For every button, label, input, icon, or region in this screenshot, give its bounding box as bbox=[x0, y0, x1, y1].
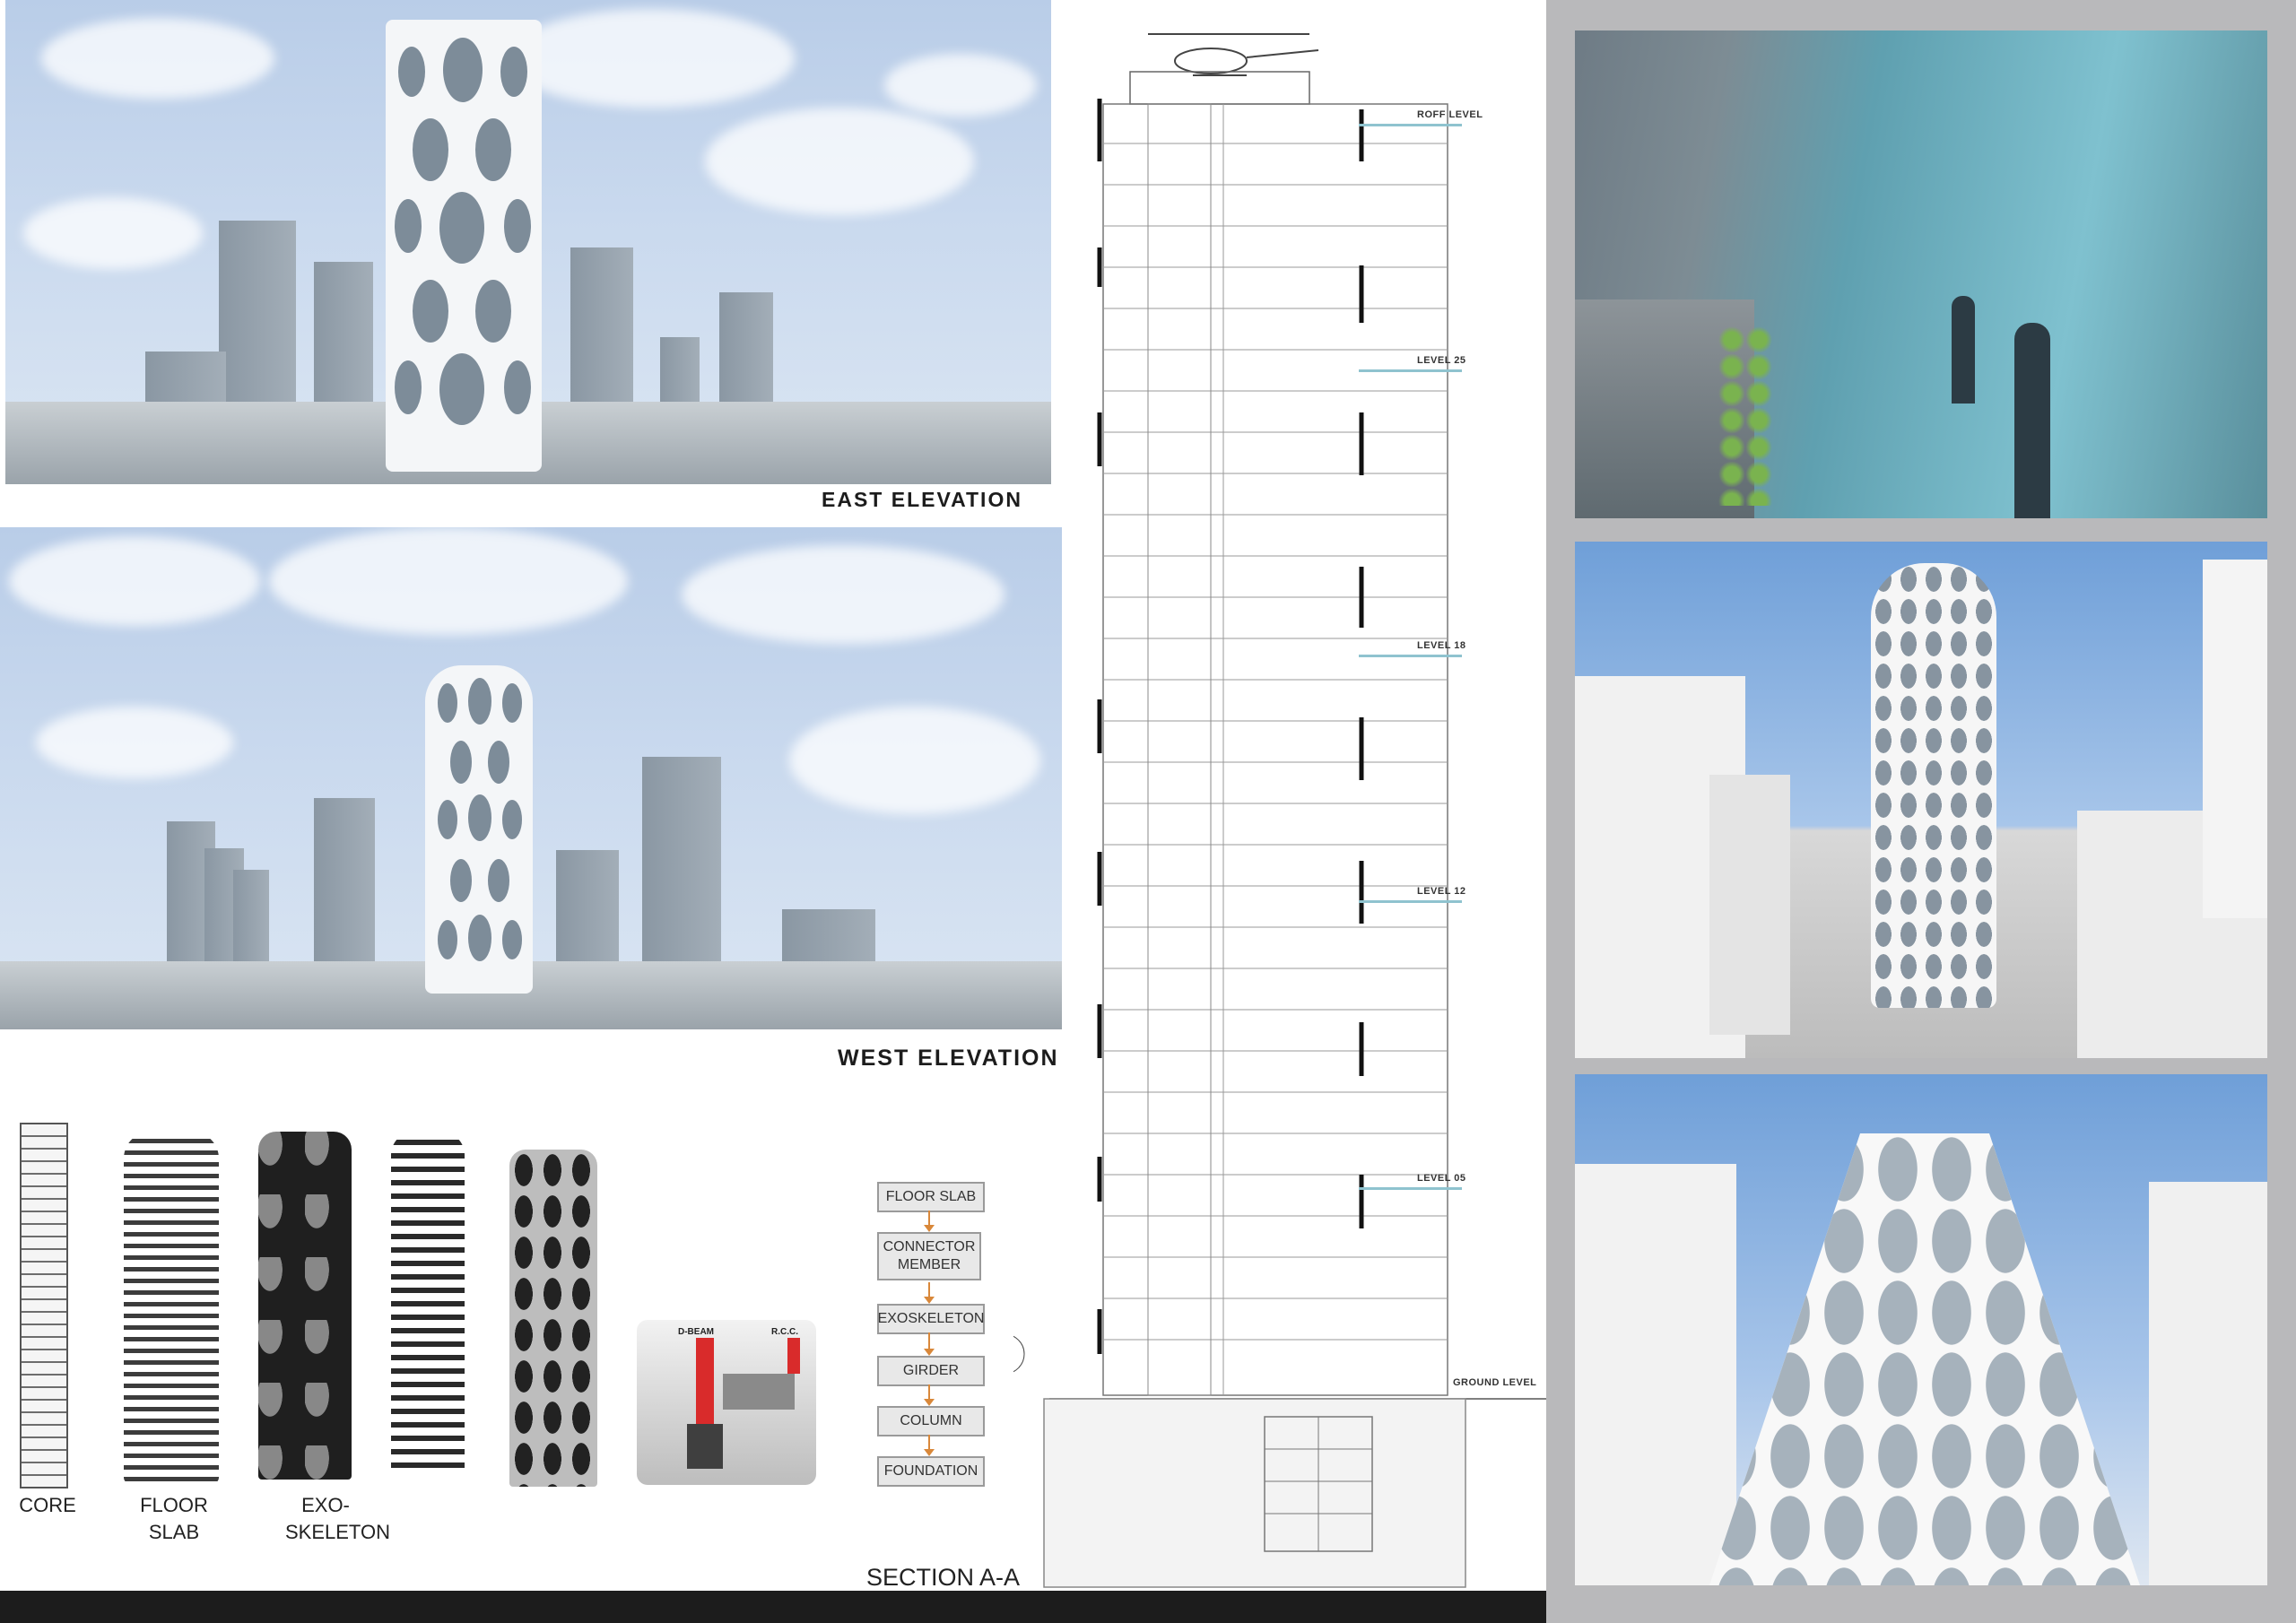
level-label-12: LEVEL 12 bbox=[1417, 886, 1466, 897]
floor-lines bbox=[1103, 143, 1448, 1341]
person-silhouette bbox=[1952, 296, 1975, 404]
plant bbox=[1718, 326, 1772, 506]
background-building bbox=[642, 757, 721, 994]
flow-step-girder: GIRDER bbox=[877, 1356, 985, 1386]
west-elevation-image bbox=[0, 527, 1062, 1029]
girder-block bbox=[687, 1424, 723, 1469]
facade-component-drawing bbox=[509, 1150, 597, 1487]
street-level-render bbox=[1575, 542, 2267, 1058]
assembly-component-drawing bbox=[391, 1132, 465, 1476]
connection-detail-drawing bbox=[637, 1320, 816, 1485]
rcc-member bbox=[787, 1338, 800, 1374]
interior-render bbox=[1575, 30, 2267, 518]
tower-render bbox=[1709, 1133, 2140, 1585]
person-silhouette bbox=[2014, 323, 2050, 518]
level-label-roof: ROFF LEVEL bbox=[1417, 109, 1483, 120]
tower-render bbox=[1871, 563, 1996, 1008]
helicopter-icon bbox=[1148, 33, 1319, 76]
section-title: SECTION A-A bbox=[866, 1564, 1021, 1591]
flow-step-foundation: FOUNDATION bbox=[877, 1456, 985, 1487]
east-elevation-label: EAST ELEVATION bbox=[822, 488, 1022, 511]
flow-step-column: COLUMN bbox=[877, 1406, 985, 1436]
floor-slab-component-drawing bbox=[124, 1132, 219, 1483]
exoskeleton-members bbox=[1097, 99, 1364, 1354]
flow-step-floor-slab: FLOOR SLAB bbox=[877, 1182, 985, 1212]
level-marker bbox=[1359, 369, 1462, 372]
d-beam-member bbox=[696, 1338, 714, 1428]
component-label-core: CORE bbox=[19, 1494, 76, 1516]
flow-step-connector-member: CONNECTOR MEMBER bbox=[877, 1232, 981, 1280]
tower-east-view bbox=[386, 20, 542, 472]
flow-arrow bbox=[924, 1282, 935, 1304]
level-marker bbox=[1359, 655, 1462, 657]
level-marker bbox=[1359, 900, 1462, 903]
flow-step-exoskeleton: EXOSKELETON bbox=[877, 1304, 985, 1334]
east-elevation-image bbox=[5, 0, 1051, 484]
level-label-25: LEVEL 25 bbox=[1417, 355, 1466, 366]
tower-west-view bbox=[425, 665, 533, 994]
level-label-18: LEVEL 18 bbox=[1417, 640, 1466, 651]
flow-arrow bbox=[924, 1384, 935, 1406]
level-label-05: LEVEL 05 bbox=[1417, 1173, 1466, 1184]
core-component-drawing bbox=[20, 1123, 68, 1488]
component-label-exoskeleton: EXO-SKELETON bbox=[285, 1494, 390, 1543]
tree-icon bbox=[1013, 1335, 1025, 1373]
flow-arrow bbox=[924, 1332, 935, 1356]
level-marker bbox=[1359, 124, 1462, 126]
basement bbox=[1043, 1398, 1466, 1588]
section-drawing bbox=[1013, 33, 1552, 1588]
bottom-bar bbox=[0, 1591, 1546, 1623]
flow-arrow bbox=[924, 1435, 935, 1456]
connector-block bbox=[723, 1374, 795, 1410]
exoskeleton-component-drawing bbox=[258, 1132, 352, 1480]
component-label-floor-slab: FLOOR SLAB bbox=[140, 1494, 208, 1543]
worms-eye-render bbox=[1575, 1074, 2267, 1585]
flow-arrow bbox=[924, 1211, 935, 1232]
ground-level-label: GROUND LEVEL bbox=[1453, 1377, 1537, 1388]
level-marker bbox=[1359, 1187, 1462, 1190]
d-beam-label: D-BEAM bbox=[678, 1327, 714, 1337]
rcc-label: R.C.C. bbox=[771, 1327, 798, 1337]
